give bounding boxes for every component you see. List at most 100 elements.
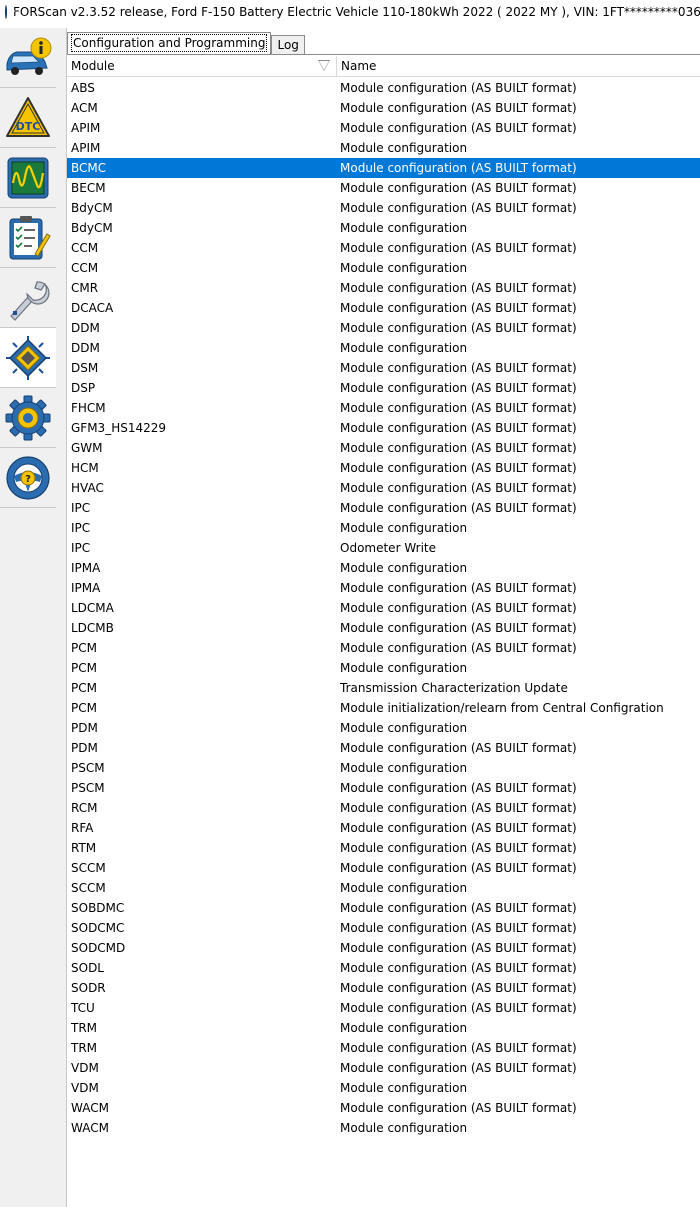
- name-cell: Module configuration: [340, 1021, 468, 1035]
- name-cell: Module configuration (AS BUILT format): [340, 781, 577, 795]
- table-row[interactable]: DCACA Module configuration (AS BUILT form…: [67, 298, 700, 318]
- column-header-name[interactable]: Name: [337, 56, 700, 76]
- table-row[interactable]: CMR Module configuration (AS BUILT format…: [67, 278, 700, 298]
- name-cell: Module configuration: [340, 721, 468, 735]
- name-cell: Module configuration (AS BUILT format): [340, 581, 577, 595]
- name-cell: Module configuration (AS BUILT format): [340, 181, 577, 195]
- module-cell: DSM: [71, 361, 99, 375]
- table-row[interactable]: IPMA Module configuration: [67, 558, 700, 578]
- table-row[interactable]: BCMC Module configuration (AS BUILT forma…: [67, 158, 700, 178]
- module-cell: SODL: [71, 961, 104, 975]
- tab-configuration-and-programming[interactable]: Configuration and Programming: [67, 32, 272, 54]
- table-row[interactable]: CCM Module configuration: [67, 258, 700, 278]
- table-row[interactable]: BECM Module configuration (AS BUILT forma…: [67, 178, 700, 198]
- column-header-module[interactable]: Module: [67, 56, 337, 76]
- tab-divider: [67, 54, 700, 55]
- name-cell: Module configuration: [340, 881, 468, 895]
- table-row[interactable]: SODR Module configuration (AS BUILT forma…: [67, 978, 700, 998]
- table-row[interactable]: APIM Module configuration (AS BUILT forma…: [67, 118, 700, 138]
- name-cell: Module configuration (AS BUILT format): [340, 941, 577, 955]
- table-row[interactable]: PCM Module configuration: [67, 658, 700, 678]
- table-row[interactable]: TRM Module configuration: [67, 1018, 700, 1038]
- table-row[interactable]: RTM Module configuration (AS BUILT format…: [67, 838, 700, 858]
- chip-icon: [6, 335, 50, 380]
- table-row[interactable]: TRM Module configuration (AS BUILT format…: [67, 1038, 700, 1058]
- name-cell: Module configuration: [340, 141, 468, 155]
- table-row[interactable]: TCU Module configuration (AS BUILT format…: [67, 998, 700, 1018]
- module-cell: LDCMA: [71, 601, 114, 615]
- name-cell: Module configuration (AS BUILT format): [340, 361, 577, 375]
- table-row[interactable]: GWM Module configuration (AS BUILT format…: [67, 438, 700, 458]
- table-row[interactable]: DSM Module configuration (AS BUILT format…: [67, 358, 700, 378]
- module-cell: WACM: [71, 1121, 109, 1135]
- table-row[interactable]: VDM Module configuration (AS BUILT format…: [67, 1058, 700, 1078]
- sidebar-item-settings[interactable]: [0, 388, 56, 448]
- table-row[interactable]: BdyCM Module configuration: [67, 218, 700, 238]
- name-cell: Module configuration (AS BUILT format): [340, 481, 577, 495]
- table-row[interactable]: APIM Module configuration: [67, 138, 700, 158]
- table-row[interactable]: RCM Module configuration (AS BUILT format…: [67, 798, 700, 818]
- table-row[interactable]: WACM Module configuration: [67, 1118, 700, 1138]
- table-row[interactable]: SCCM Module configuration (AS BUILT forma…: [67, 858, 700, 878]
- table-row[interactable]: RFA Module configuration (AS BUILT format…: [67, 818, 700, 838]
- table-row[interactable]: PSCM Module configuration (AS BUILT forma…: [67, 778, 700, 798]
- sort-descending-icon: [318, 60, 330, 71]
- sidebar-item-dtc[interactable]: DTC: [0, 88, 56, 148]
- table-row[interactable]: GFM3_HS14229 Module configuration (AS BUI…: [67, 418, 700, 438]
- table-row[interactable]: HVAC Module configuration (AS BUILT forma…: [67, 478, 700, 498]
- table-row[interactable]: ABS Module configuration (AS BUILT format…: [67, 78, 700, 98]
- table-row[interactable]: IPC Odometer Write: [67, 538, 700, 558]
- table-row[interactable]: PCM Transmission Characterization Update: [67, 678, 700, 698]
- module-cell: SODCMD: [71, 941, 126, 955]
- module-cell: PDM: [71, 721, 98, 735]
- table-row[interactable]: HCM Module configuration (AS BUILT format…: [67, 458, 700, 478]
- table-row[interactable]: DDM Module configuration (AS BUILT format…: [67, 318, 700, 338]
- table-row[interactable]: PCM Module initialization/relearn from Ce…: [67, 698, 700, 718]
- table-row[interactable]: PDM Module configuration: [67, 718, 700, 738]
- table-row[interactable]: DDM Module configuration: [67, 338, 700, 358]
- name-cell: Module configuration: [340, 761, 468, 775]
- name-cell: Module configuration (AS BUILT format): [340, 121, 577, 135]
- name-cell: Module configuration (AS BUILT format): [340, 281, 577, 295]
- sidebar-splitter[interactable]: [57, 28, 67, 1207]
- table-row[interactable]: ACM Module configuration (AS BUILT format…: [67, 98, 700, 118]
- tab-log[interactable]: Log: [271, 35, 305, 55]
- table-row[interactable]: SOBDMC Module configuration (AS BUILT for…: [67, 898, 700, 918]
- module-cell: VDM: [71, 1081, 99, 1095]
- table-row[interactable]: PCM Module configuration (AS BUILT format…: [67, 638, 700, 658]
- sidebar-item-live-data[interactable]: [0, 148, 56, 208]
- table-row[interactable]: IPC Module configuration (AS BUILT format…: [67, 498, 700, 518]
- module-cell: IPMA: [71, 581, 101, 595]
- table-row[interactable]: FHCM Module configuration (AS BUILT forma…: [67, 398, 700, 418]
- sidebar-item-service[interactable]: [0, 208, 56, 268]
- name-cell: Module configuration (AS BUILT format): [340, 321, 577, 335]
- table-row[interactable]: BdyCM Module configuration (AS BUILT form…: [67, 198, 700, 218]
- table-row[interactable]: SODCMC Module configuration (AS BUILT for…: [67, 918, 700, 938]
- name-cell: Module configuration (AS BUILT format): [340, 801, 577, 815]
- table-row[interactable]: DSP Module configuration (AS BUILT format…: [67, 378, 700, 398]
- table-row[interactable]: VDM Module configuration: [67, 1078, 700, 1098]
- table-row[interactable]: IPMA Module configuration (AS BUILT forma…: [67, 578, 700, 598]
- module-cell: HCM: [71, 461, 99, 475]
- table-row[interactable]: PSCM Module configuration: [67, 758, 700, 778]
- table-row[interactable]: SODCMD Module configuration (AS BUILT for…: [67, 938, 700, 958]
- table-row[interactable]: SCCM Module configuration: [67, 878, 700, 898]
- sidebar: DTC ?: [0, 28, 58, 1207]
- table-row[interactable]: PDM Module configuration (AS BUILT format…: [67, 738, 700, 758]
- module-cell: TRM: [71, 1041, 98, 1055]
- sidebar-item-configuration[interactable]: [0, 328, 56, 388]
- name-cell: Module configuration: [340, 261, 468, 275]
- module-cell: TCU: [71, 1001, 95, 1015]
- table-row[interactable]: WACM Module configuration (AS BUILT forma…: [67, 1098, 700, 1118]
- table-row[interactable]: IPC Module configuration: [67, 518, 700, 538]
- sidebar-item-tests[interactable]: [0, 268, 56, 328]
- sidebar-item-help[interactable]: ?: [0, 448, 56, 508]
- module-cell: BdyCM: [71, 201, 113, 215]
- table-row[interactable]: LDCMA Module configuration (AS BUILT form…: [67, 598, 700, 618]
- table-row[interactable]: SODL Module configuration (AS BUILT forma…: [67, 958, 700, 978]
- table-row[interactable]: LDCMB Module configuration (AS BUILT form…: [67, 618, 700, 638]
- tab-label: Log: [277, 38, 299, 52]
- table-row[interactable]: CCM Module configuration (AS BUILT format…: [67, 238, 700, 258]
- module-cell: BdyCM: [71, 221, 113, 235]
- sidebar-item-vehicle-info[interactable]: [0, 28, 56, 88]
